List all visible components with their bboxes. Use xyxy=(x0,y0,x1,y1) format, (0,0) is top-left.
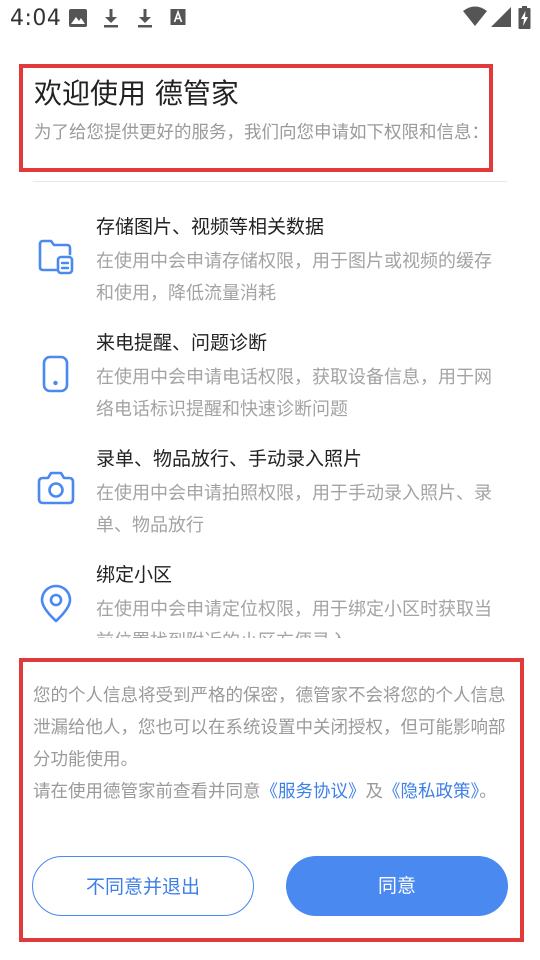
folder-file-icon xyxy=(38,239,74,275)
permission-title: 录单、物品放行、手动录入照片 xyxy=(96,448,363,470)
permission-desc: 在使用中会申请拍照权限，用于手动录入照片、录单、物品放行 xyxy=(96,483,492,536)
download-icon xyxy=(104,9,118,28)
camera-icon xyxy=(37,471,75,505)
signal-icon xyxy=(491,7,511,27)
status-bar: 4:04 xyxy=(0,0,540,36)
decline-exit-button[interactable]: 不同意并退出 xyxy=(32,856,254,916)
page-title: 欢迎使用 德管家 xyxy=(34,77,239,110)
permission-title: 绑定小区 xyxy=(96,564,173,586)
privacy-policy-link[interactable]: 《隐私政策》 xyxy=(383,782,479,802)
end-text: 。 xyxy=(479,782,497,802)
permission-desc: 在使用中会申请定位权限，用于绑定小区时获取当前位置找到附近的小区方便录入 xyxy=(96,599,492,638)
permission-list[interactable]: 存储图片、视频等相关数据 在使用中会申请存储权限，用于图片或视频的缓存和使用，降… xyxy=(0,190,540,638)
location-pin-icon xyxy=(40,584,72,623)
permission-title: 来电提醒、问题诊断 xyxy=(96,332,268,354)
service-agreement-link[interactable]: 《服务协议》 xyxy=(261,782,366,802)
permission-desc: 在使用中会申请存储权限，用于图片或视频的缓存和使用，降低流量消耗 xyxy=(96,251,492,304)
and-text: 及 xyxy=(365,782,384,802)
status-time: 4:04 xyxy=(10,6,62,31)
download-icon xyxy=(138,9,152,28)
permission-title: 存储图片、视频等相关数据 xyxy=(96,216,325,238)
consent-notice: 您的个人信息将受到严格的保密，德管家不会将您的个人信息泄漏给他人，您也可以在系统… xyxy=(33,680,508,808)
consent-line: 请在使用德管家前查看并同意《服务协议》及《隐私政策》。 xyxy=(33,776,508,808)
wifi-icon xyxy=(463,6,487,26)
consent-prefix: 请在使用德管家前查看并同意 xyxy=(33,782,261,802)
image-icon xyxy=(69,9,87,27)
phone-device-icon xyxy=(42,355,69,393)
battery-charging-icon xyxy=(518,6,531,29)
privacy-text: 您的个人信息将受到严格的保密，德管家不会将您的个人信息泄漏给他人，您也可以在系统… xyxy=(33,686,506,770)
a-box-icon xyxy=(170,9,186,25)
page-subtitle: 为了给您提供更好的服务，我们向您申请如下权限和信息： xyxy=(34,123,489,143)
agree-button[interactable]: 同意 xyxy=(286,856,508,916)
permission-desc: 在使用中会申请电话权限，获取设备信息，用于网络电话标识提醒和快速诊断问题 xyxy=(96,367,492,420)
divider xyxy=(33,181,507,182)
